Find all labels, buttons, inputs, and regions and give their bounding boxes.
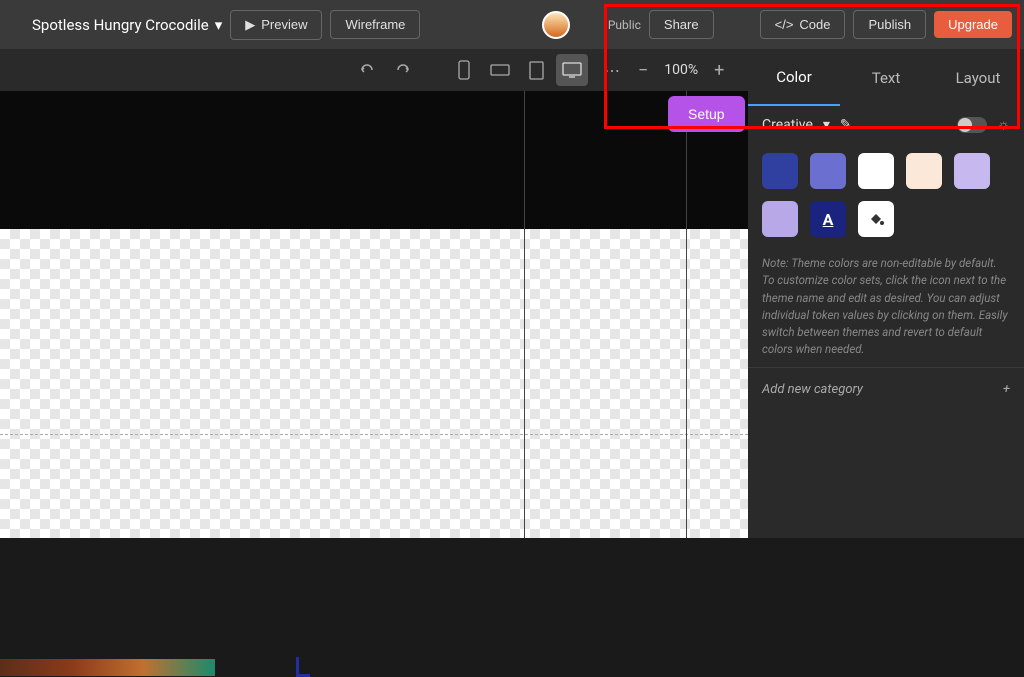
swatch-0[interactable] (762, 153, 798, 189)
zoom-in-button[interactable]: + (714, 60, 724, 81)
guide-line (0, 434, 748, 435)
text-color-swatch[interactable]: A (810, 201, 846, 237)
project-name-label: Spotless Hungry Crocodile (32, 16, 209, 34)
caret-down-icon: ▾ (823, 117, 830, 133)
top-bar: Spotless Hungry Crocodile ▾ ▶ Preview Wi… (0, 0, 1024, 49)
canvas-area[interactable] (0, 91, 748, 538)
device-mobile[interactable] (448, 54, 480, 86)
device-tablet[interactable] (520, 54, 552, 86)
publish-button[interactable]: Publish (853, 10, 926, 39)
dark-mode-toggle[interactable] (957, 117, 987, 133)
tab-layout[interactable]: Layout (932, 51, 1024, 105)
upgrade-button[interactable]: Upgrade (934, 11, 1012, 38)
theme-name: Creative (762, 117, 813, 133)
zoom-control: − 100% + (638, 60, 724, 81)
setup-button[interactable]: Setup (668, 96, 745, 132)
right-panel: Color Text Layout Creative ▾ ✎ ☼ A Note:… (748, 49, 1024, 538)
preview-button[interactable]: ▶ Preview (230, 10, 322, 40)
canvas-transparent-region (0, 229, 748, 538)
swatch-2[interactable] (858, 153, 894, 189)
caret-down-icon: ▾ (215, 16, 223, 34)
swatch-1[interactable] (810, 153, 846, 189)
edit-icon[interactable]: ✎ (840, 117, 852, 133)
device-tablet-landscape[interactable] (484, 54, 516, 86)
preview-label: Preview (261, 17, 307, 32)
tab-color[interactable]: Color (748, 50, 840, 106)
code-button[interactable]: </> Code (760, 10, 846, 39)
add-category-button[interactable]: Add new category + (748, 367, 1024, 411)
swatch-4[interactable] (954, 153, 990, 189)
share-button[interactable]: Share (649, 10, 714, 39)
cursor-mark (296, 657, 310, 677)
swatch-5[interactable] (762, 201, 798, 237)
canvas-dark-region (0, 91, 748, 229)
avatar[interactable] (542, 11, 570, 39)
vertical-guide-1 (524, 91, 525, 538)
zoom-level: 100% (664, 62, 698, 78)
public-label: Public (608, 18, 641, 32)
device-desktop[interactable] (556, 54, 588, 86)
undo-icon[interactable] (358, 61, 376, 79)
color-strip (0, 659, 215, 676)
fill-swatch[interactable] (858, 201, 894, 237)
zoom-out-button[interactable]: − (638, 60, 648, 81)
swatch-3[interactable] (906, 153, 942, 189)
theme-selector[interactable]: Creative ▾ ✎ ☼ (748, 106, 1024, 143)
theme-note: Note: Theme colors are non-editable by d… (748, 247, 1024, 367)
add-category-label: Add new category (762, 382, 863, 397)
more-icon[interactable]: ⋯ (604, 61, 620, 80)
code-icon: </> (775, 17, 794, 32)
plus-icon: + (1003, 382, 1010, 397)
vertical-guide-2 (686, 91, 687, 538)
sun-icon: ☼ (997, 116, 1010, 133)
code-label: Code (799, 17, 830, 32)
color-swatches: A (748, 143, 1024, 247)
wireframe-button[interactable]: Wireframe (330, 10, 420, 39)
tab-text[interactable]: Text (840, 51, 932, 105)
wireframe-label: Wireframe (345, 17, 405, 32)
play-icon: ▶ (245, 17, 255, 33)
redo-icon[interactable] (394, 61, 412, 79)
project-name-dropdown[interactable]: Spotless Hungry Crocodile ▾ (32, 16, 222, 34)
panel-tabs: Color Text Layout (748, 49, 1024, 106)
